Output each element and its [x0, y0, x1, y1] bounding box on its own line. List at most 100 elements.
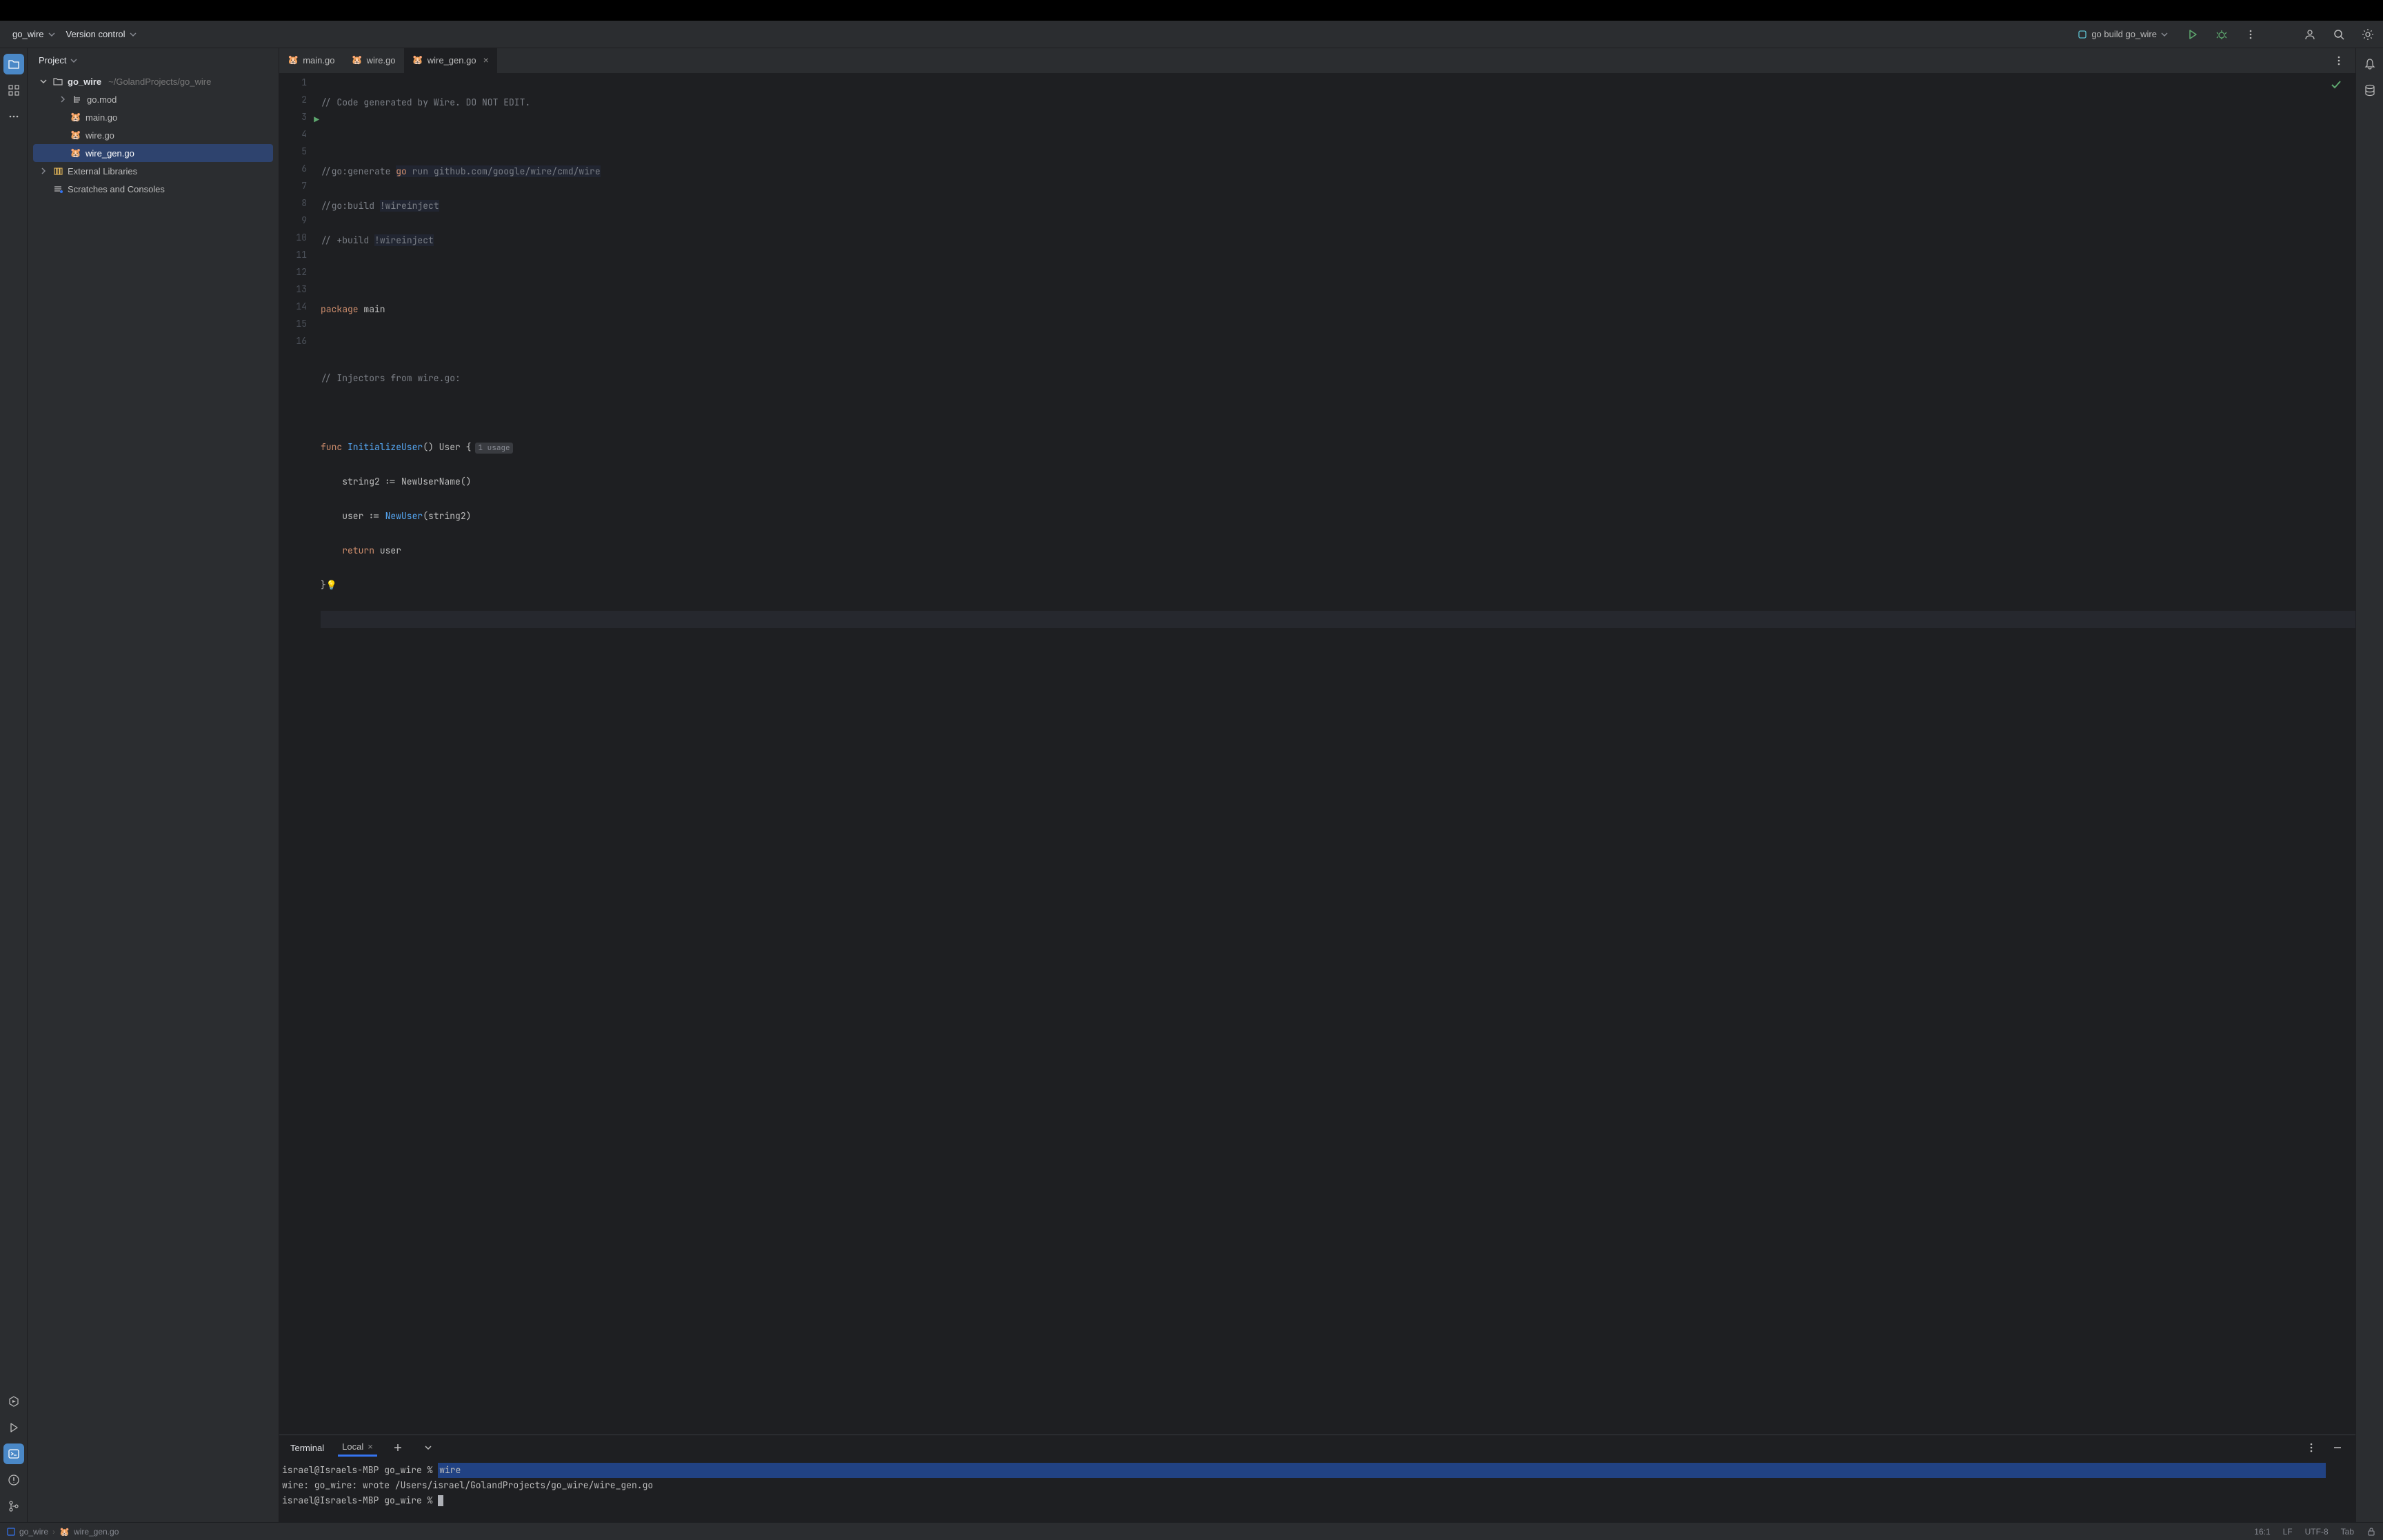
chevron-down-icon [130, 31, 137, 38]
module-icon [7, 1528, 15, 1536]
tree-file-label: wire.go [86, 130, 114, 141]
line-separator[interactable]: LF [2283, 1527, 2293, 1537]
chevron-down-icon [39, 78, 48, 85]
search-everywhere-button[interactable] [2329, 25, 2349, 44]
tab-label: wire_gen.go [428, 55, 476, 65]
project-tree: go_wire ~/GolandProjects/go_wire go.mod … [28, 72, 279, 198]
cursor-position[interactable]: 16:1 [2254, 1527, 2270, 1537]
file-encoding[interactable]: UTF-8 [2305, 1527, 2329, 1537]
tree-file-label: wire_gen.go [86, 148, 134, 159]
readonly-toggle-icon[interactable] [2366, 1527, 2376, 1537]
debug-button[interactable] [2212, 25, 2231, 44]
tab-wire-go[interactable]: 🐹 wire.go [343, 48, 403, 73]
breadcrumb-project[interactable]: go_wire [19, 1527, 48, 1537]
chevron-down-icon [2161, 31, 2168, 38]
go-file-icon: 🐹 [70, 148, 81, 159]
terminal-body[interactable]: israel@Israels-MBP go_wire % wire wire: … [279, 1460, 2355, 1522]
go-file-icon: 🐹 [288, 54, 299, 65]
tab-wire-gen-go[interactable]: 🐹 wire_gen.go × [404, 48, 497, 73]
terminal-session-label: Local [342, 1441, 363, 1452]
indent-setting[interactable]: Tab [2341, 1527, 2354, 1537]
go-file-icon: 🐹 [70, 112, 81, 123]
tree-external-libs[interactable]: External Libraries [33, 162, 273, 180]
tree-label: Scratches and Consoles [68, 184, 165, 194]
go-file-icon: 🐹 [59, 1527, 70, 1537]
project-panel-header[interactable]: Project [28, 48, 279, 72]
vcs-menu[interactable]: Version control [66, 29, 137, 39]
folder-icon [52, 76, 63, 87]
tree-root-label: go_wire [68, 77, 101, 87]
code-editor[interactable]: 1 2 3▶ 4 5 6 7 8 9 10 11 12 13 14 [279, 74, 2355, 1435]
run-line-icon[interactable]: ▶ [314, 114, 319, 125]
database-tool-button[interactable] [2360, 80, 2380, 101]
inspection-ok-icon[interactable] [2331, 79, 2342, 90]
new-session-button[interactable] [388, 1438, 408, 1457]
tab-label: wire.go [367, 55, 396, 65]
services-tool-button[interactable] [3, 1391, 24, 1412]
scratches-icon [52, 183, 63, 194]
chevron-right-icon [58, 96, 68, 103]
terminal-tab[interactable]: Terminal [288, 1437, 327, 1459]
tree-file-wire[interactable]: 🐹 wire.go [33, 126, 273, 144]
macos-titlebar-gap [0, 0, 2383, 21]
intention-bulb-icon[interactable]: 💡 [326, 579, 337, 591]
run-config-label: go build go_wire [2091, 29, 2157, 39]
chevron-down-icon [48, 31, 55, 38]
run-button[interactable] [2183, 25, 2202, 44]
editor-tabs: 🐹 main.go 🐹 wire.go 🐹 wire_gen.go × [279, 48, 2355, 74]
terminal-options-button[interactable] [2302, 1438, 2321, 1457]
project-selector[interactable]: go_wire [12, 29, 55, 39]
status-bar: go_wire › 🐹 wire_gen.go 16:1 LF UTF-8 Ta… [0, 1522, 2383, 1540]
project-panel-title: Project [39, 55, 66, 65]
run-config-icon [2078, 30, 2087, 39]
right-tool-strip [2355, 48, 2383, 1522]
settings-button[interactable] [2358, 25, 2377, 44]
project-tool-button[interactable] [3, 54, 24, 74]
tree-root-path: ~/GolandProjects/go_wire [108, 77, 211, 87]
main-toolbar: go_wire Version control go build go_wire [0, 21, 2383, 48]
tree-root[interactable]: go_wire ~/GolandProjects/go_wire [33, 72, 273, 90]
code-content: // Code generated by Wire. DO NOT EDIT. … [321, 74, 2355, 1435]
problems-tool-button[interactable] [3, 1470, 24, 1490]
breadcrumb-file[interactable]: wire_gen.go [74, 1527, 119, 1537]
hide-terminal-button[interactable] [2328, 1438, 2347, 1457]
notifications-button[interactable] [2360, 54, 2380, 74]
run-tool-button[interactable] [3, 1417, 24, 1438]
usage-hint[interactable]: 1 usage [475, 443, 512, 454]
tree-file-gomod[interactable]: go.mod [33, 90, 273, 108]
terminal-cursor [438, 1495, 443, 1506]
more-actions-button[interactable] [2241, 25, 2260, 44]
navigation-bar[interactable]: go_wire › 🐹 wire_gen.go [7, 1527, 119, 1537]
close-tab-icon[interactable]: × [483, 54, 489, 65]
tree-file-label: main.go [86, 112, 117, 123]
tree-label: External Libraries [68, 166, 137, 176]
project-panel: Project go_wire ~/GolandProjects/go_wire… [28, 48, 279, 1522]
terminal-session-tab[interactable]: Local × [338, 1439, 377, 1457]
code-with-me-button[interactable] [2300, 25, 2320, 44]
run-configuration[interactable]: go build go_wire [2072, 26, 2173, 42]
tab-label: main.go [303, 55, 334, 65]
tabs-more-button[interactable] [2329, 51, 2349, 70]
file-icon [72, 94, 83, 105]
close-session-icon[interactable]: × [368, 1441, 373, 1452]
more-tools-button[interactable] [3, 106, 24, 127]
tree-file-label: go.mod [87, 94, 117, 105]
tree-file-wiregen[interactable]: 🐹 wire_gen.go [33, 144, 273, 162]
chevron-down-icon [70, 57, 77, 64]
library-icon [52, 165, 63, 176]
left-tool-strip [0, 48, 28, 1522]
git-tool-button[interactable] [3, 1496, 24, 1517]
go-file-icon: 🐹 [70, 130, 81, 141]
tab-main-go[interactable]: 🐹 main.go [279, 48, 343, 73]
structure-tool-button[interactable] [3, 80, 24, 101]
vcs-label: Version control [66, 29, 125, 39]
terminal-tool-button[interactable] [3, 1443, 24, 1464]
terminal-panel: Terminal Local × [279, 1435, 2355, 1522]
chevron-right-icon [39, 168, 48, 174]
tree-file-main[interactable]: 🐹 main.go [33, 108, 273, 126]
chevron-right-icon: › [52, 1527, 55, 1537]
editor-gutter: 1 2 3▶ 4 5 6 7 8 9 10 11 12 13 14 [279, 74, 321, 1435]
go-file-icon: 🐹 [351, 54, 362, 65]
session-dropdown-button[interactable] [419, 1438, 438, 1457]
tree-scratches[interactable]: Scratches and Consoles [33, 180, 273, 198]
